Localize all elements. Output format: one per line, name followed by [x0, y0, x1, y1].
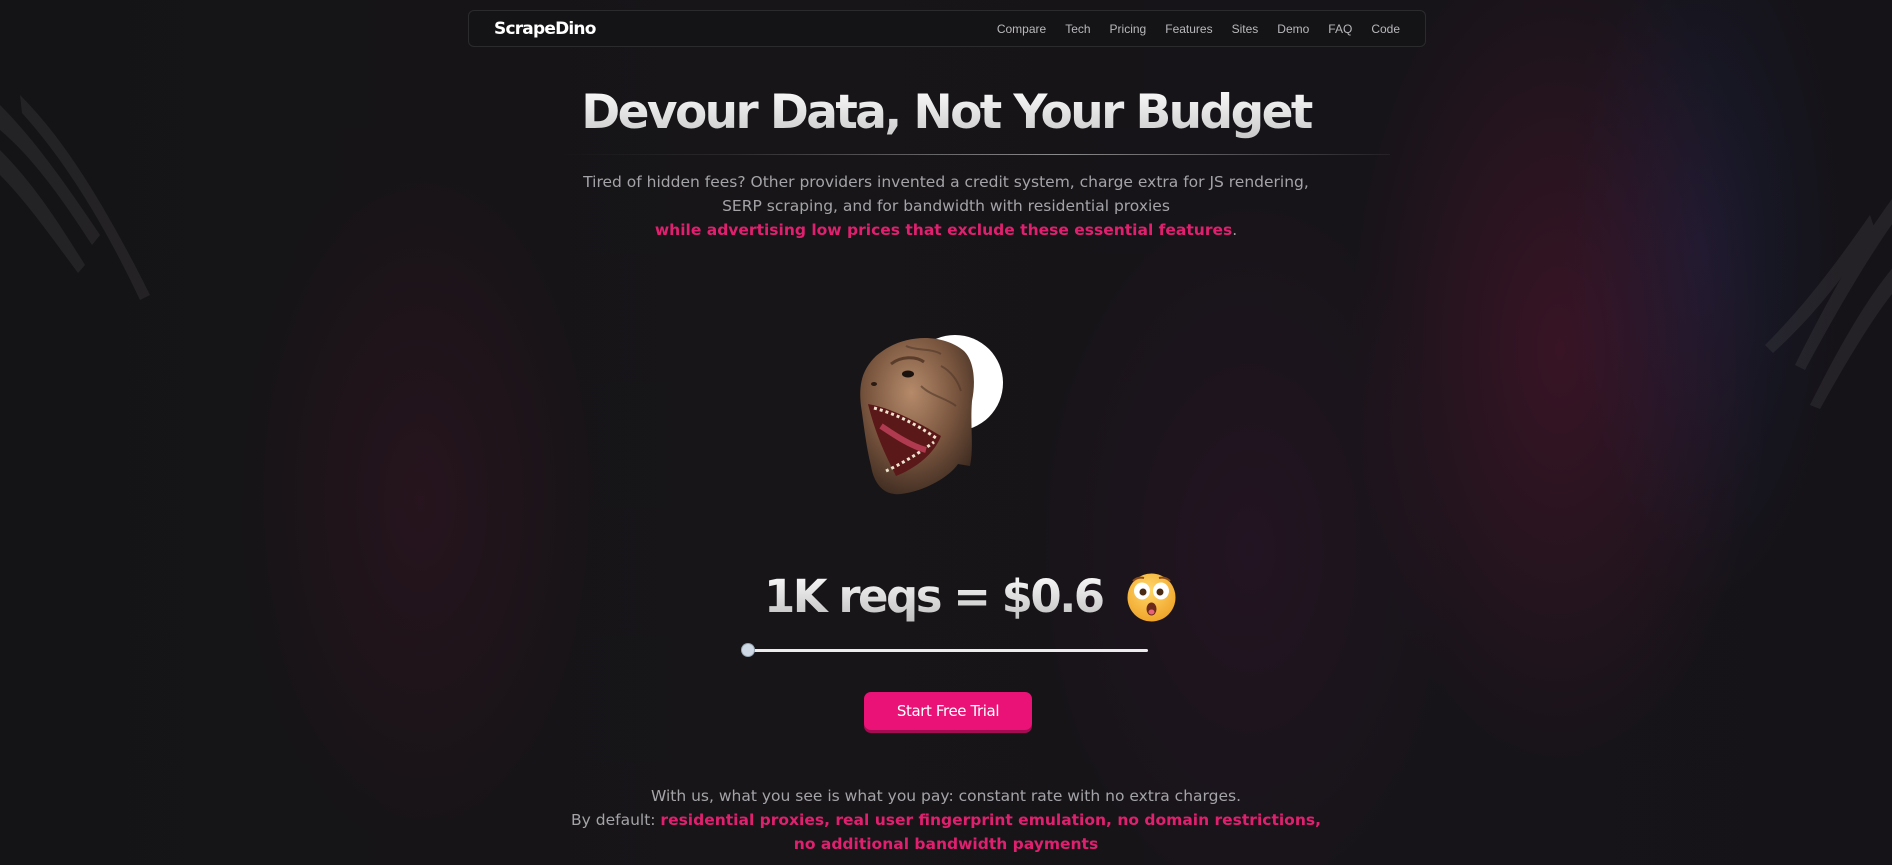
bottom-description: With us, what you see is what you pay: c…: [560, 784, 1332, 856]
nav-link-demo[interactable]: Demo: [1277, 22, 1309, 36]
hero-subtitle: Tired of hidden fees? Other providers in…: [560, 170, 1332, 242]
slider-track[interactable]: [746, 649, 1148, 652]
price-display: 1K reqs = $0.6: [764, 566, 1105, 626]
requests-slider[interactable]: [742, 644, 1148, 656]
astonished-face-icon: [1127, 573, 1176, 622]
slider-thumb[interactable]: [742, 644, 754, 656]
brand-logo[interactable]: ScrapeDino: [494, 19, 596, 39]
top-navbar: ScrapeDino Compare Tech Pricing Features…: [468, 10, 1426, 47]
hero-title: Devour Data, Not Your Budget: [0, 85, 1892, 140]
price-text: 1K reqs = $0.6: [764, 569, 1105, 623]
subtitle-end: .: [1232, 221, 1238, 239]
subtitle-line-1: Tired of hidden fees? Other providers in…: [583, 173, 1309, 191]
start-free-trial-button[interactable]: Start Free Trial: [864, 692, 1032, 730]
nav-links: Compare Tech Pricing Features Sites Demo…: [997, 22, 1400, 36]
nav-link-tech[interactable]: Tech: [1065, 22, 1090, 36]
bottom-line-1: With us, what you see is what you pay: c…: [650, 787, 1241, 805]
landing-page: ScrapeDino Compare Tech Pricing Features…: [0, 0, 1892, 865]
nav-link-faq[interactable]: FAQ: [1328, 22, 1352, 36]
nav-link-pricing[interactable]: Pricing: [1110, 22, 1147, 36]
title-divider: [560, 154, 1390, 155]
claw-marks-right-icon: [1765, 199, 1892, 409]
nav-link-features[interactable]: Features: [1165, 22, 1212, 36]
nav-link-compare[interactable]: Compare: [997, 22, 1046, 36]
bottom-prefix: By default:: [571, 811, 661, 829]
bottom-accent: residential proxies, real user fingerpri…: [660, 811, 1321, 853]
dino-head-icon: [860, 335, 1003, 495]
nav-link-sites[interactable]: Sites: [1232, 22, 1259, 36]
subtitle-accent: while advertising low prices that exclud…: [654, 221, 1233, 239]
nav-link-code[interactable]: Code: [1371, 22, 1400, 36]
subtitle-line-2: SERP scraping, and for bandwidth with re…: [722, 197, 1170, 215]
